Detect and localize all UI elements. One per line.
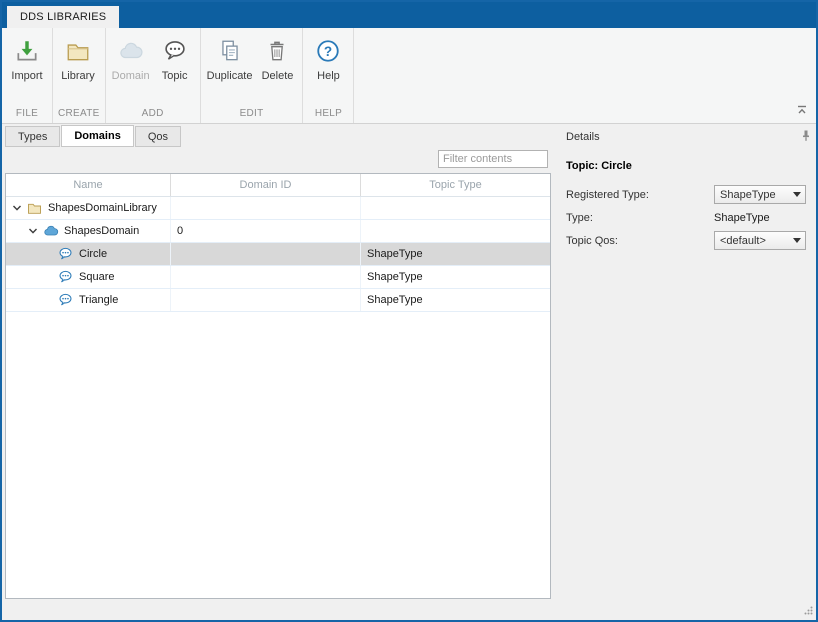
topic-icon	[56, 291, 75, 309]
delete-button-label: Delete	[262, 68, 294, 82]
content-area: Types Domains Qos Name Domain ID Topic T…	[2, 124, 816, 620]
details-header-label: Details	[566, 131, 600, 143]
chevron-down-icon[interactable]	[26, 225, 39, 238]
ribbon-section-edit: EDIT	[204, 106, 300, 123]
ribbon-group-add: Domain Topic ADD	[106, 28, 201, 123]
domain-id-cell	[171, 197, 361, 219]
filter-input[interactable]	[438, 150, 548, 168]
topic-type-cell: ShapeType	[361, 266, 550, 288]
duplicate-button-label: Duplicate	[207, 68, 253, 82]
registered-type-dropdown[interactable]: ShapeType	[714, 185, 806, 204]
topic-type-cell: ShapeType	[361, 289, 550, 311]
topic-icon	[162, 34, 188, 68]
title-bar: DDS LIBRARIES	[2, 2, 816, 28]
ribbon-group-file: Import FILE	[2, 28, 53, 123]
ribbon-toolbar: Import FILE Library CREATE	[2, 28, 816, 124]
row-label: ShapesDomainLibrary	[48, 202, 157, 214]
import-button-label: Import	[11, 68, 42, 82]
row-label: ShapesDomain	[64, 225, 139, 237]
ribbon-group-create: Library CREATE	[53, 28, 106, 123]
tab-qos[interactable]: Qos	[135, 126, 181, 147]
table-row-square[interactable]: Square ShapeType	[6, 266, 550, 289]
chevron-down-icon	[793, 192, 801, 197]
row-label: Circle	[79, 248, 107, 260]
details-pane: Details Topic: Circle Registered Type: S…	[566, 124, 812, 620]
chevron-down-icon[interactable]	[10, 202, 23, 215]
import-icon	[14, 34, 40, 68]
filter-row	[2, 147, 554, 173]
topic-icon	[56, 245, 75, 263]
domain-cloud-icon	[41, 222, 60, 240]
domain-button: Domain	[109, 28, 153, 82]
topic-type-cell	[361, 220, 550, 242]
registered-type-value: ShapeType	[720, 189, 776, 201]
column-header-domain-id[interactable]: Domain ID	[171, 174, 361, 196]
table-row-shapesdomain[interactable]: ShapesDomain 0	[6, 220, 550, 243]
pin-icon[interactable]	[800, 129, 812, 145]
topic-button-label: Topic	[162, 68, 188, 82]
chevron-down-icon	[793, 238, 801, 243]
row-label: Triangle	[79, 294, 118, 306]
delete-button[interactable]: Delete	[255, 28, 299, 82]
collapse-ribbon-icon[interactable]	[794, 103, 810, 117]
domain-cloud-icon	[118, 34, 144, 68]
help-icon: ?	[315, 34, 341, 68]
registered-type-label: Registered Type:	[566, 189, 714, 201]
ribbon-section-file: FILE	[5, 106, 49, 123]
ribbon-section-create: CREATE	[56, 106, 102, 123]
dds-libraries-window: DDS LIBRARIES Import FILE	[0, 0, 818, 622]
column-header-topic-type[interactable]: Topic Type	[361, 174, 550, 196]
ribbon-group-edit: Duplicate Delete EDIT	[201, 28, 304, 123]
column-header-name[interactable]: Name	[6, 174, 171, 196]
duplicate-icon	[217, 34, 243, 68]
duplicate-button[interactable]: Duplicate	[204, 28, 256, 82]
library-folder-icon	[25, 199, 44, 217]
help-button-label: Help	[317, 68, 340, 82]
row-label: Square	[79, 271, 114, 283]
topic-qos-label: Topic Qos:	[566, 235, 714, 247]
ribbon-section-add: ADD	[109, 106, 197, 123]
library-icon	[65, 34, 91, 68]
domain-id-cell: 0	[171, 220, 361, 242]
ribbon-group-help: ? Help HELP	[303, 28, 354, 123]
delete-icon	[264, 34, 290, 68]
domain-id-cell	[171, 289, 361, 311]
library-button[interactable]: Library	[56, 28, 100, 82]
library-button-label: Library	[61, 68, 95, 82]
tab-domains[interactable]: Domains	[61, 125, 133, 147]
table-row-circle[interactable]: Circle ShapeType	[6, 243, 550, 266]
table-row-shapesdomainlibrary[interactable]: ShapesDomainLibrary	[6, 197, 550, 220]
type-label: Type:	[566, 212, 714, 224]
topic-button[interactable]: Topic	[153, 28, 197, 82]
library-browser-panel: Types Domains Qos Name Domain ID Topic T…	[2, 124, 554, 620]
type-value: ShapeType	[714, 212, 812, 224]
tab-types[interactable]: Types	[5, 126, 60, 147]
topic-qos-value: <default>	[720, 235, 766, 247]
ribbon-section-help: HELP	[306, 106, 350, 123]
topic-icon	[56, 268, 75, 286]
details-title: Topic: Circle	[566, 160, 812, 172]
resize-grip[interactable]	[804, 606, 813, 618]
topic-type-cell	[361, 197, 550, 219]
topic-type-cell: ShapeType	[361, 243, 550, 265]
view-tabstrip: Types Domains Qos	[2, 124, 554, 147]
table-row-triangle[interactable]: Triangle ShapeType	[6, 289, 550, 312]
domains-table: Name Domain ID Topic Type	[5, 173, 551, 599]
domain-id-cell	[171, 266, 361, 288]
help-button[interactable]: ? Help	[306, 28, 350, 82]
domain-id-cell	[171, 243, 361, 265]
domain-button-label: Domain	[112, 68, 150, 82]
svg-text:?: ?	[324, 44, 332, 59]
topic-qos-dropdown[interactable]: <default>	[714, 231, 806, 250]
import-button[interactable]: Import	[5, 28, 49, 82]
table-header: Name Domain ID Topic Type	[6, 174, 550, 197]
title-tab-dds-libraries[interactable]: DDS LIBRARIES	[7, 6, 119, 28]
